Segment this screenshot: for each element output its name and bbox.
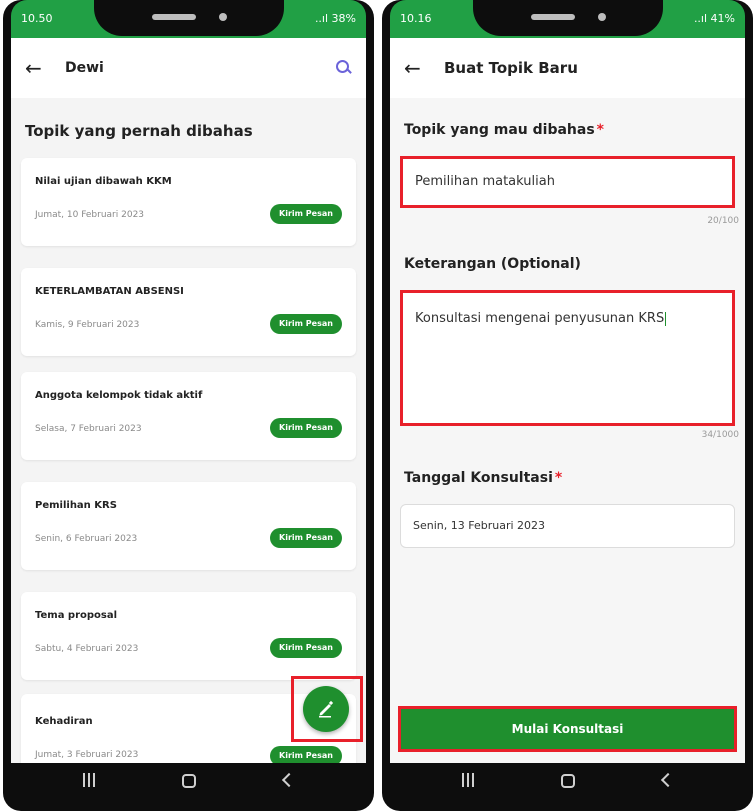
phone-right: 10.16 ..ıl 41% ← Buat Topik Baru Topik y… <box>382 0 753 811</box>
send-message-button[interactable]: Kirim Pesan <box>270 314 342 334</box>
topic-card[interactable]: Nilai ujian dibawah KKM Jumat, 10 Februa… <box>21 158 356 246</box>
topic-date: Senin, 6 Februari 2023 <box>35 534 138 544</box>
app-bar: ← Buat Topik Baru <box>390 38 745 98</box>
back-arrow-icon[interactable]: ← <box>25 56 51 80</box>
recents-icon[interactable] <box>83 773 97 787</box>
back-arrow-icon[interactable]: ← <box>404 56 430 80</box>
topic-date: Kamis, 9 Februari 2023 <box>35 320 140 330</box>
topic-history-screen: ← Dewi Topik yang pernah dibahas Nilai u… <box>11 38 366 763</box>
app-bar: ← Dewi <box>11 38 366 98</box>
topic-title: Pemilihan KRS <box>35 500 117 511</box>
topic-input-value: Pemilihan matakuliah <box>415 174 555 189</box>
status-time: 10.16 <box>400 12 432 25</box>
section-title: Topik yang pernah dibahas <box>25 122 253 140</box>
topic-date: Sabtu, 4 Februari 2023 <box>35 644 139 654</box>
status-signal-battery: ..ıl 41% <box>693 12 735 25</box>
topic-card[interactable]: Anggota kelompok tidak aktif Selasa, 7 F… <box>21 372 356 460</box>
date-field-label: Tanggal Konsultasi * <box>404 470 562 486</box>
topic-title: Kehadiran <box>35 716 93 727</box>
send-message-button[interactable]: Kirim Pesan <box>270 638 342 658</box>
system-nav-bar <box>390 763 745 803</box>
pencil-icon <box>319 700 334 718</box>
phone-left: 10.50 ..ıl 38% ← Dewi Topik yang pernah … <box>3 0 374 811</box>
topic-card[interactable]: Tema proposal Sabtu, 4 Februari 2023 Kir… <box>21 592 356 680</box>
topic-card[interactable]: Pemilihan KRS Senin, 6 Februari 2023 Kir… <box>21 482 356 570</box>
recents-icon[interactable] <box>462 773 476 787</box>
required-mark: * <box>554 470 563 486</box>
topic-date: Jumat, 10 Februari 2023 <box>35 210 145 220</box>
notes-field-label: Keterangan (Optional) <box>404 256 581 272</box>
new-topic-fab[interactable] <box>303 686 349 732</box>
camera-notch <box>93 0 284 36</box>
system-nav-bar <box>11 763 366 803</box>
topic-title: Nilai ujian dibawah KKM <box>35 176 172 187</box>
topic-field-label: Topik yang mau dibahas * <box>404 122 604 138</box>
send-message-button[interactable]: Kirim Pesan <box>270 528 342 548</box>
home-icon[interactable] <box>181 774 196 788</box>
topic-card[interactable]: KETERLAMBATAN ABSENSI Kamis, 9 Februari … <box>21 268 356 356</box>
topic-title: Tema proposal <box>35 610 118 621</box>
create-topic-screen: ← Buat Topik Baru Topik yang mau dibahas… <box>390 38 745 763</box>
notes-char-counter: 34/1000 <box>701 430 739 440</box>
send-message-button[interactable]: Kirim Pesan <box>270 418 342 438</box>
notes-textarea[interactable]: Konsultasi mengenai penyusunan KRS <box>400 290 735 426</box>
topic-title: KETERLAMBATAN ABSENSI <box>35 286 184 297</box>
page-title: Buat Topik Baru <box>444 59 578 77</box>
status-time: 10.50 <box>21 12 53 25</box>
consultation-date-field[interactable]: Senin, 13 Februari 2023 <box>400 504 735 548</box>
text-cursor <box>665 311 667 326</box>
start-consultation-button[interactable]: Mulai Konsultasi <box>398 706 737 752</box>
topic-title: Anggota kelompok tidak aktif <box>35 390 203 401</box>
topic-date: Jumat, 3 Februari 2023 <box>35 750 139 760</box>
required-mark: * <box>596 122 604 138</box>
home-icon[interactable] <box>560 774 575 788</box>
date-label-text: Tanggal Konsultasi <box>404 470 553 486</box>
topic-date: Selasa, 7 Februari 2023 <box>35 424 142 434</box>
search-icon[interactable] <box>336 60 352 76</box>
page-title: Dewi <box>65 60 104 76</box>
send-message-button[interactable]: Kirim Pesan <box>270 204 342 224</box>
topic-input[interactable]: Pemilihan matakuliah <box>400 156 735 208</box>
topic-label-text: Topik yang mau dibahas <box>404 122 595 138</box>
camera-notch <box>472 0 663 36</box>
system-back-icon[interactable] <box>280 772 294 790</box>
notes-textarea-value: Konsultasi mengenai penyusunan KRS <box>415 311 665 326</box>
topic-char-counter: 20/100 <box>707 216 739 226</box>
status-signal-battery: ..ıl 38% <box>314 12 356 25</box>
send-message-button[interactable]: Kirim Pesan <box>270 746 342 763</box>
system-back-icon[interactable] <box>659 772 673 790</box>
